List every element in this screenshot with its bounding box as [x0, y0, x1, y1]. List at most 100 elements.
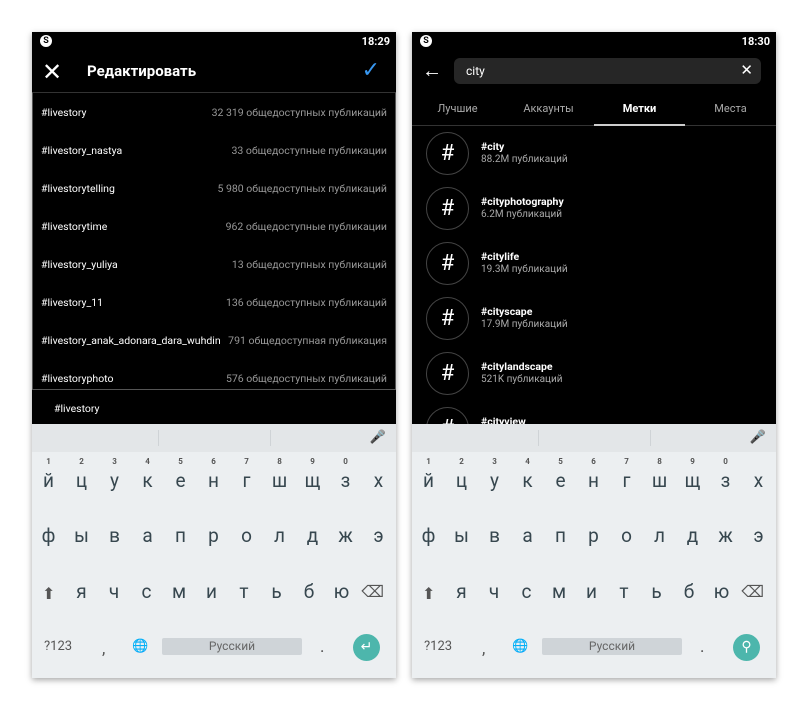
key-г[interactable]: 7г [610, 457, 643, 492]
key-с[interactable]: с [130, 580, 163, 603]
key-ш[interactable]: 8ш [263, 457, 296, 492]
key-ы[interactable]: ы [445, 524, 478, 547]
hashtag-row[interactable]: #livestorytime 962 общедоступные публикац… [33, 207, 395, 245]
key-н[interactable]: 6н [197, 457, 230, 492]
hashtag-result[interactable]: # #citylandscape 521K публикаций [426, 352, 756, 396]
key-м[interactable]: м [543, 580, 576, 603]
key-н[interactable]: 6н [577, 457, 610, 492]
key-ь[interactable]: ь [640, 580, 673, 603]
hashtag-result[interactable]: # #cityscape 17.9M публикаций [426, 297, 756, 341]
tab-2[interactable]: Метки [594, 96, 685, 126]
check-icon[interactable]: ✓ [362, 58, 380, 83]
key-ц[interactable]: 2ц [445, 457, 478, 492]
close-icon[interactable]: ✕ [42, 60, 62, 84]
hashtag-row[interactable]: #livestory_anak_adonara_dara_wuhdin 791 о… [33, 321, 395, 359]
key-э[interactable]: э [742, 524, 775, 547]
key-д[interactable]: д [296, 524, 329, 547]
key-г[interactable]: 7г [230, 457, 263, 492]
key-ь[interactable]: ь [260, 580, 293, 603]
key-ж[interactable]: ж [709, 524, 742, 547]
key-е[interactable]: 5е [164, 457, 197, 492]
microphone-icon[interactable]: 🎤 [370, 430, 386, 445]
key-у[interactable]: 3у [478, 457, 511, 492]
key-т[interactable]: т [228, 580, 261, 603]
key-ж[interactable]: ж [329, 524, 362, 547]
key-я[interactable]: я [65, 580, 98, 603]
back-arrow-icon[interactable]: ← [422, 58, 442, 83]
hashtag-row[interactable]: #livestory 32 319 общедоступных публикаци… [33, 93, 395, 131]
key-й[interactable]: 1й [32, 457, 65, 492]
key-а[interactable]: а [511, 524, 544, 547]
tab-3[interactable]: Места [685, 96, 776, 125]
backspace-icon[interactable]: ⌫ [741, 582, 764, 601]
key-в[interactable]: в [98, 524, 131, 547]
key-ф[interactable]: ф [32, 524, 65, 547]
key-щ[interactable]: 9щ [296, 457, 329, 492]
hashtag-result[interactable]: # #cityphotography 6.2M публикаций [426, 187, 756, 231]
key-л[interactable]: л [263, 524, 296, 547]
search-icon[interactable]: ⚲ [733, 634, 760, 661]
backspace-icon[interactable]: ⌫ [361, 582, 384, 601]
key-и[interactable]: и [195, 580, 228, 603]
key-р[interactable]: р [197, 524, 230, 547]
globe-icon[interactable]: 🌐 [512, 639, 528, 654]
key-д[interactable]: д [676, 524, 709, 547]
key-х[interactable]: х [742, 469, 775, 492]
key-и[interactable]: и [575, 580, 608, 603]
key-я[interactable]: я [445, 580, 478, 603]
key-х[interactable]: х [362, 469, 395, 492]
key-ш[interactable]: 8ш [643, 457, 676, 492]
key-ю[interactable]: ю [705, 580, 738, 603]
shift-icon[interactable]: ⬆ [42, 584, 55, 603]
key-з[interactable]: 0з [329, 457, 362, 492]
search-input[interactable]: city ✕ [454, 58, 761, 84]
hashtag-result[interactable]: # #citylife 19.3M публикаций [426, 242, 756, 286]
key-о[interactable]: о [610, 524, 643, 547]
symbols-key[interactable]: ?123 [424, 639, 452, 654]
key-л[interactable]: л [643, 524, 676, 547]
shift-icon[interactable]: ⬆ [422, 584, 435, 603]
key-в[interactable]: в [478, 524, 511, 547]
hashtag-row[interactable]: #livestory_nastya 33 общедоступные публик… [33, 131, 395, 169]
hashtag-result[interactable]: # #city 88.2M публикаций [426, 132, 756, 176]
key-м[interactable]: м [163, 580, 196, 603]
hashtag-row[interactable]: #livestory_11 136 общедоступных публикаци… [33, 283, 395, 321]
key-б[interactable]: б [673, 580, 706, 603]
key-й[interactable]: 1й [412, 457, 445, 492]
hashtag-row[interactable]: #livestorytelling 5 980 общедоступных пуб… [33, 169, 395, 207]
key-п[interactable]: п [544, 524, 577, 547]
enter-icon[interactable]: ↵ [353, 634, 380, 661]
key-ф[interactable]: ф [412, 524, 445, 547]
space-bar[interactable]: Русский [542, 638, 682, 655]
period-key[interactable]: . [700, 637, 704, 657]
key-е[interactable]: 5е [544, 457, 577, 492]
key-з[interactable]: 0з [709, 457, 742, 492]
clear-icon[interactable]: ✕ [740, 61, 753, 79]
microphone-icon[interactable]: 🎤 [750, 430, 766, 445]
key-о[interactable]: о [230, 524, 263, 547]
hashtag-row[interactable]: #livestory_yuliya 13 общедоступных публик… [33, 245, 395, 283]
tab-0[interactable]: Лучшие [412, 96, 503, 125]
key-р[interactable]: р [577, 524, 610, 547]
caption-input[interactable]: #livestory [32, 390, 396, 424]
key-ю[interactable]: ю [325, 580, 358, 603]
key-у[interactable]: 3у [98, 457, 131, 492]
key-к[interactable]: 4к [131, 457, 164, 492]
globe-icon[interactable]: 🌐 [132, 639, 148, 654]
tab-1[interactable]: Аккаунты [503, 96, 594, 125]
symbols-key[interactable]: ?123 [44, 639, 72, 654]
key-к[interactable]: 4к [511, 457, 544, 492]
key-с[interactable]: с [510, 580, 543, 603]
key-п[interactable]: п [164, 524, 197, 547]
key-ы[interactable]: ы [65, 524, 98, 547]
key-ч[interactable]: ч [98, 580, 131, 603]
key-щ[interactable]: 9щ [676, 457, 709, 492]
key-э[interactable]: э [362, 524, 395, 547]
comma-key[interactable]: , [482, 639, 485, 659]
key-ц[interactable]: 2ц [65, 457, 98, 492]
period-key[interactable]: . [320, 637, 324, 657]
comma-key[interactable]: , [102, 639, 105, 659]
key-а[interactable]: а [131, 524, 164, 547]
key-т[interactable]: т [608, 580, 641, 603]
space-bar[interactable]: Русский [162, 638, 302, 655]
